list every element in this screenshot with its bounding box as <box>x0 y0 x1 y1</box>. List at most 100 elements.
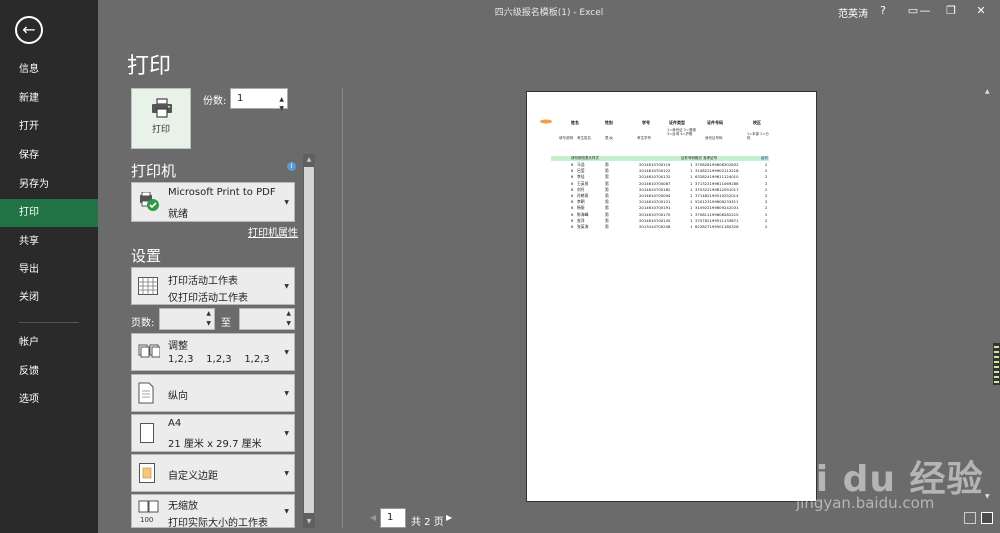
preview-table-cell: 6 <box>571 193 574 198</box>
spin-down-icon[interactable]: ▼ <box>206 320 211 327</box>
scaling-title: 无缩放 <box>168 501 198 512</box>
next-page-icon[interactable]: ▶ <box>446 513 452 522</box>
sidebar-item-feedback[interactable]: 反馈 <box>0 358 98 386</box>
preview-table-cell: 孙晓雨 <box>577 193 589 198</box>
preview-header-doc-type: 证件类型 <box>669 120 685 125</box>
preview-table-cell: 2014610700094 <box>639 193 671 198</box>
chevron-down-icon: ▼ <box>284 390 289 397</box>
side-handle[interactable] <box>993 343 1000 385</box>
preview-table-cell: 1 <box>690 174 693 180</box>
back-arrow-icon[interactable]: ← <box>15 16 43 44</box>
sidebar-item-close[interactable]: 关闭 <box>0 284 98 312</box>
sidebar-item-print[interactable]: 打印 <box>0 199 98 227</box>
chevron-down-icon: ▼ <box>284 508 289 515</box>
paper-size-dims: 21 厘米 x 29.7 厘米 <box>168 439 262 450</box>
backstage-sidebar: ← 信息 新建 打开 保存 另存为 打印 共享 导出 关闭 帐户 反馈 选项 <box>0 0 98 533</box>
margins-select[interactable]: 自定义边距 ▼ <box>131 454 295 492</box>
preview-table-cell: 371482199510252014 <box>695 193 739 198</box>
settings-scrollbar[interactable]: ▲ ▼ <box>303 154 315 528</box>
preview-table-cell: 520123199606233411 <box>695 199 739 205</box>
scroll-up-icon[interactable]: ▲ <box>303 154 315 165</box>
preview-table-row: 6 孙晓雨 男 2014610700094 1 371482199510252014 2 <box>527 193 816 199</box>
minimize-button[interactable]: — <box>918 4 932 17</box>
scroll-thumb[interactable] <box>304 167 314 513</box>
sidebar-item-save-as[interactable]: 另存为 <box>0 171 98 199</box>
preview-table-cell: 2 <box>765 193 768 198</box>
preview-header-gender: 性别 <box>605 120 613 125</box>
preview-table-cell: 马浩 <box>577 162 585 167</box>
sidebar-item-info[interactable]: 信息 <box>0 56 98 84</box>
baidu-watermark: Bai du 经验 jingyan.baidu.com <box>762 430 992 526</box>
preview-table-cell: 2 <box>765 180 768 186</box>
collate-select[interactable]: 调整 1,2,3 1,2,3 1,2,3 ▼ <box>131 333 295 371</box>
printer-select[interactable]: Microsoft Print to PDF 就绪 ▼ <box>131 182 295 222</box>
printer-icon <box>152 98 172 118</box>
watermark-url: jingyan.baidu.com <box>796 494 935 512</box>
preview-table-cell: 6 <box>571 224 574 229</box>
preview-table-cell: 370828199608302832 <box>695 162 739 167</box>
title-bar: 四六级报名模板(1) - Excel 范英涛 ? ▭ — ❐ ✕ <box>98 0 1000 24</box>
chevron-down-icon: ▼ <box>284 470 289 477</box>
preview-table-cell: 1 <box>690 205 693 211</box>
scroll-down-icon[interactable]: ▼ <box>303 516 315 527</box>
portrait-page-icon <box>138 382 154 404</box>
copies-input[interactable]: 1 ▲ ▼ <box>230 88 288 112</box>
margins-icon <box>139 463 155 483</box>
print-button[interactable]: 打印 <box>131 88 191 149</box>
preview-table-cell: 2014610700087 <box>639 180 671 186</box>
spin-down-icon[interactable]: ▼ <box>279 99 284 118</box>
margins-value: 自定义边距 <box>168 471 218 482</box>
preview-table-cell: 6 <box>571 205 574 211</box>
pages-to-input[interactable]: ▲ ▼ <box>239 308 295 330</box>
preview-table-cell: 2014610700119 <box>639 162 671 167</box>
scaling-select[interactable]: 100 无缩放 打印实际大小的工作表 ▼ <box>131 494 295 529</box>
restore-button[interactable]: ❐ <box>944 4 958 17</box>
printer-name: Microsoft Print to PDF <box>168 187 276 198</box>
preview-table-cell: 371322199611069288 <box>695 180 739 186</box>
scroll-up-icon[interactable]: ▲ <box>985 88 990 95</box>
user-name[interactable]: 范英涛 <box>838 5 868 20</box>
close-button[interactable]: ✕ <box>974 4 988 17</box>
pages-to-label: 至 <box>221 318 231 329</box>
spin-up-icon[interactable]: ▲ <box>206 310 211 317</box>
preview-table-cell: 2013410700208 <box>639 224 671 229</box>
preview-table-cell: 李朝 <box>577 199 585 205</box>
preview-table-cell: 310822199902112218 <box>695 168 739 174</box>
preview-table-cell: 2014610700170 <box>639 211 671 217</box>
preview-table-row: 6 陈海峰 男 2014610700170 1 370811199608282210 2 <box>527 211 816 218</box>
help-button[interactable]: ? <box>876 4 890 17</box>
print-scope-select[interactable]: 打印活动工作表 仅打印活动工作表 ▼ <box>131 267 295 305</box>
preview-table-cell: 张英涛 <box>577 224 589 229</box>
sidebar-item-open[interactable]: 打开 <box>0 113 98 141</box>
sidebar-item-export[interactable]: 导出 <box>0 256 98 284</box>
sidebar-item-options[interactable]: 选项 <box>0 386 98 414</box>
preview-table-cell: 男 <box>605 205 609 211</box>
sidebar-item-save[interactable]: 保存 <box>0 142 98 170</box>
spin-up-icon[interactable]: ▲ <box>286 310 291 317</box>
preview-band-left: 请勿修改表头样式 <box>571 156 599 160</box>
sidebar-item-account[interactable]: 帐户 <box>0 329 98 357</box>
settings-heading: 设置 <box>131 247 162 265</box>
preview-table-cell: 王英贤 <box>577 180 589 186</box>
preview-desc-4: 1=身份证 2=港澳 3=台湾 4=护照 <box>667 128 696 136</box>
paper-size-select[interactable]: A4 21 厘米 x 29.7 厘米 ▼ <box>131 414 295 452</box>
sidebar-divider <box>19 322 79 323</box>
preview-table-cell: 1 <box>690 168 693 174</box>
sidebar-item-new[interactable]: 新建 <box>0 85 98 113</box>
preview-table-cell: 1 <box>690 224 693 229</box>
no-scaling-icon: 100 <box>138 500 159 524</box>
header-marker-icon <box>540 119 552 124</box>
info-icon[interactable]: i <box>287 162 296 171</box>
printer-properties-link[interactable]: 打印机属性 <box>248 224 298 239</box>
current-page-input[interactable]: 1 <box>380 508 406 528</box>
preview-table-cell: 1 <box>690 199 693 205</box>
preview-band-right: 证件号码格式 准考证号 <box>681 156 718 160</box>
preview-table-row: 6 吕莹 男 2014610700122 1 310822199902112218 2 <box>527 168 816 174</box>
spin-down-icon[interactable]: ▼ <box>286 320 291 327</box>
sidebar-item-share[interactable]: 共享 <box>0 228 98 256</box>
pages-from-input[interactable]: ▲ ▼ <box>159 308 215 330</box>
orientation-select[interactable]: 纵向 ▼ <box>131 374 295 412</box>
print-scope-desc: 仅打印活动工作表 <box>168 293 248 304</box>
preview-desc-5: 身份证号码 <box>705 136 723 140</box>
previous-page-icon[interactable]: ◀ <box>370 513 376 522</box>
